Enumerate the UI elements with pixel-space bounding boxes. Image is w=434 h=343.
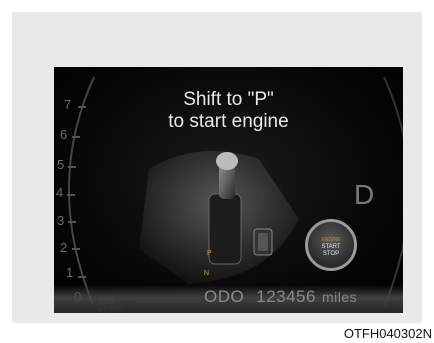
shift-message-line1: Shift to "P" [183,89,274,110]
tick-2: 2 [60,240,68,255]
gear-shifter-illustration [139,151,299,284]
start-button-stop-label: STOP [322,251,340,257]
odometer-unit: miles [321,289,358,305]
tick-3: 3 [57,213,65,228]
odometer-label: ODO [204,287,245,306]
tick-4: 4 [56,185,64,200]
odometer-value: 123456 [256,287,316,306]
tick-5: 5 [57,157,65,172]
shifter-p-label: P [207,250,212,257]
figure-frame: 7 6 5 4 3 2 1 0 rpm x1000 Shift to "P" t… [12,12,422,323]
start-button-start-label: START [321,244,341,250]
start-button-engine-label: ENGINE [321,237,341,243]
odometer-readout: ODO 123456 miles [204,287,357,307]
shift-message-line2: to start engine [168,111,289,132]
shifter-n-label: N [204,270,210,277]
tick-1: 1 [66,265,74,280]
figure-code-caption: OTFH040302N [343,326,432,341]
engine-start-stop-button-icon: ENGINE START STOP [305,219,357,271]
instrument-cluster-display: 7 6 5 4 3 2 1 0 rpm x1000 Shift to "P" t… [54,67,403,313]
odometer-bar: ODO 123456 miles [54,285,403,313]
gear-indicator: D [354,179,375,210]
